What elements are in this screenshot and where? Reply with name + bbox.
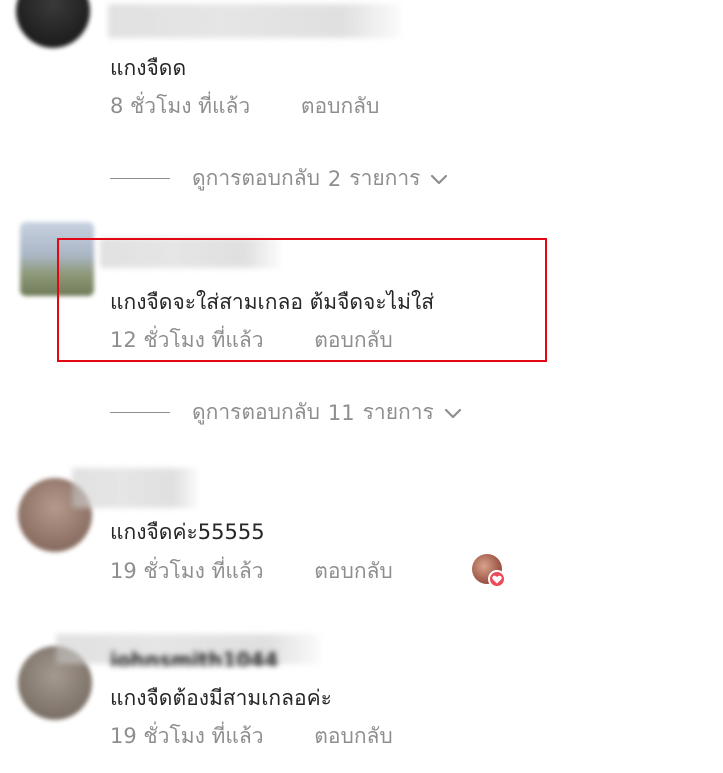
highlight-box [57, 238, 547, 362]
view-replies-suffix: รายการ [349, 166, 421, 190]
username-blurred[interactable] [108, 4, 400, 38]
comment-item: แกงจืดค่ะ55555 19 ชั่วโมง ที่แล้ว ตอบกลั… [0, 450, 723, 600]
reply-button[interactable]: ตอบกลับ [314, 720, 393, 753]
heart-icon [488, 570, 506, 588]
comment-meta: 8 ชั่วโมง ที่แล้ว ตอบกลับ [110, 90, 379, 123]
reply-button[interactable]: ตอบกลับ [301, 90, 380, 123]
comment-timestamp: 19 ชั่วโมง ที่แล้ว [110, 724, 264, 748]
comment-meta: 19 ชั่วโมง ที่แล้ว ตอบกลับ [110, 720, 393, 753]
comment-item: แกงจืดด 8 ชั่วโมง ที่แล้ว ตอบกลับ ดูการต… [0, 0, 723, 200]
view-replies-count: 11 [327, 400, 355, 425]
view-replies-count: 2 [327, 166, 342, 191]
view-replies-button[interactable]: ดูการตอบกลับ 11 รายการ [110, 396, 462, 429]
avatar[interactable] [16, 0, 90, 48]
view-replies-label: ดูการตอบกลับ [192, 166, 320, 190]
username[interactable]: johnsmith1044 [110, 648, 310, 666]
view-replies-label: ดูการตอบกลับ [192, 400, 320, 424]
comment-timestamp: 8 ชั่วโมง ที่แล้ว [110, 94, 251, 118]
comment-timestamp: 19 ชั่วโมง ที่แล้ว [110, 559, 264, 583]
comment-text: แกงจืดค่ะ55555 [110, 520, 265, 544]
view-replies-suffix: รายการ [362, 400, 434, 424]
comment-text: แกงจืดด [110, 56, 187, 80]
comment-meta: 19 ชั่วโมง ที่แล้ว ตอบกลับ [110, 555, 393, 588]
chevron-down-icon [430, 167, 448, 191]
divider-line [110, 412, 170, 413]
comment-text: แกงจืดต้องมีสามเกลอค่ะ [110, 686, 332, 710]
reply-button[interactable]: ตอบกลับ [314, 555, 393, 588]
chevron-down-icon [444, 401, 462, 425]
view-replies-button[interactable]: ดูการตอบกลับ 2 รายการ [110, 162, 448, 195]
username-blurred[interactable] [72, 468, 198, 508]
comment-item: johnsmith1044 แกงจืดต้องมีสามเกลอค่ะ 19 … [0, 620, 723, 773]
divider-line [110, 178, 170, 179]
